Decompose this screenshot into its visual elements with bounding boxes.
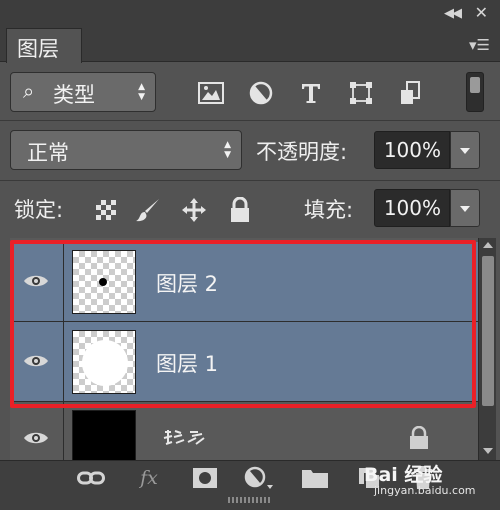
layer-name-glyphs-icon — [163, 430, 205, 445]
fill-input[interactable]: 100% — [374, 189, 450, 227]
layers-panel: ◀◀ ✕ 图层 ▾☰ ⌕ 类型 ▲ ▼ 正常 ▲ ▼ 不透明度: 100% 锁定… — [0, 0, 500, 510]
tab-layers-label: 图层 — [17, 37, 59, 61]
fill-dropdown-button[interactable] — [450, 189, 480, 227]
opacity-label: 不透明度: — [256, 140, 348, 164]
watermark-sub: jingyan.baidu.com — [374, 484, 476, 497]
adjustment-layer-icon[interactable] — [244, 465, 274, 491]
divider — [0, 120, 500, 121]
layer-row-background[interactable] — [10, 402, 478, 460]
layer-name: 图层 2 — [156, 272, 219, 296]
filter-toggle-switch[interactable] — [466, 72, 484, 112]
visibility-toggle[interactable] — [10, 322, 64, 401]
opacity-input[interactable]: 100% — [374, 131, 450, 169]
filter-kind-select[interactable]: ⌕ 类型 ▲ ▼ — [10, 72, 156, 112]
double-chevron-left-icon[interactable]: ◀◀ — [444, 6, 462, 21]
select-updown-icon: ▲ ▼ — [138, 82, 145, 102]
eye-icon — [24, 432, 48, 444]
shape-filter-icon[interactable] — [346, 78, 376, 108]
panel-title-strip: ◀◀ ✕ — [0, 0, 500, 28]
tab-layers[interactable]: 图层 — [6, 28, 82, 63]
search-icon: ⌕ — [23, 79, 35, 103]
layer-row-1[interactable]: 图层 1 — [10, 322, 478, 402]
scroll-up-arrow-icon[interactable] — [483, 242, 493, 248]
opacity-dropdown-button[interactable] — [450, 131, 480, 169]
lock-transparent-icon[interactable] — [92, 196, 120, 224]
eye-icon — [24, 355, 48, 367]
fill-value: 100% — [383, 196, 441, 220]
layer-thumbnail — [72, 250, 136, 314]
blend-mode-label: 正常 — [27, 141, 69, 165]
lock-label: 锁定: — [14, 198, 64, 222]
tab-row: 图层 ▾☰ — [0, 28, 500, 63]
filter-kind-label: 类型 — [53, 83, 95, 107]
resize-grip[interactable] — [228, 497, 272, 503]
select-updown-icon: ▲ ▼ — [224, 140, 231, 160]
adjustment-filter-icon[interactable] — [246, 78, 276, 108]
pixel-filter-icon[interactable] — [196, 78, 226, 108]
layer-thumbnail — [72, 330, 136, 394]
scroll-thumb[interactable] — [482, 256, 494, 406]
layer-thumbnail — [72, 410, 136, 460]
close-x-icon[interactable]: ✕ — [475, 3, 488, 22]
type-filter-icon[interactable] — [296, 78, 326, 108]
divider — [0, 180, 500, 181]
fx-icon[interactable]: fx — [134, 465, 164, 491]
panel-menu-icon[interactable]: ▾☰ — [469, 36, 490, 54]
lock-position-icon[interactable] — [180, 196, 208, 224]
opacity-value: 100% — [383, 138, 441, 162]
eye-icon — [24, 275, 48, 287]
layer-name: 图层 1 — [156, 352, 219, 376]
layers-scrollbar[interactable] — [478, 238, 496, 460]
baidu-watermark: Bai 经验 jingyan.baidu.com — [364, 458, 498, 510]
link-layers-icon[interactable] — [76, 465, 106, 491]
lock-all-icon[interactable] — [226, 196, 254, 224]
layers-list: 图层 2 图层 1 — [10, 238, 478, 460]
lock-image-icon[interactable] — [134, 196, 162, 224]
add-mask-icon[interactable] — [190, 465, 220, 491]
smart-object-filter-icon[interactable] — [396, 78, 426, 108]
layer-row-2[interactable]: 图层 2 — [10, 242, 478, 322]
new-group-icon[interactable] — [300, 465, 330, 491]
blend-mode-select[interactable]: 正常 ▲ ▼ — [10, 130, 242, 170]
visibility-toggle[interactable] — [10, 242, 64, 321]
fill-label: 填充: — [304, 198, 354, 222]
scroll-down-arrow-icon[interactable] — [483, 448, 493, 454]
watermark-main: Bai 经验 — [364, 464, 443, 486]
lock-icon — [410, 426, 428, 449]
visibility-toggle[interactable] — [10, 402, 64, 460]
